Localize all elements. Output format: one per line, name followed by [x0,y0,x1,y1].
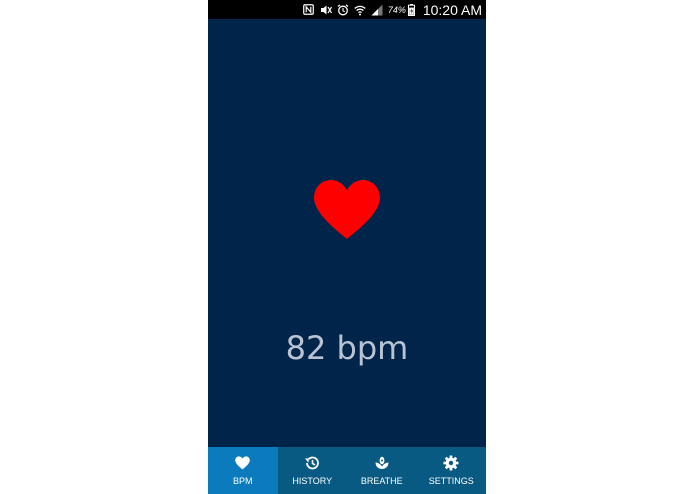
tab-label: BPM [232,476,253,486]
signal-icon [371,4,383,16]
tab-label: SETTINGS [428,476,474,486]
bpm-screen: 82 bpm [208,19,486,447]
tab-history[interactable]: HISTORY [278,447,348,494]
app-screen: 74% 10:20 AM 82 bpm BPM HISTORY BREATHE … [208,0,486,494]
mute-icon [320,4,332,16]
status-bar: 74% 10:20 AM [208,0,486,19]
bottom-tab-bar: BPM HISTORY BREATHE SETTINGS [208,447,486,494]
battery-percent: 74% [387,4,406,15]
tab-breathe[interactable]: BREATHE [347,447,417,494]
tab-bpm[interactable]: BPM [208,447,278,494]
heart-icon [235,455,251,471]
wifi-icon [354,4,366,16]
bpm-readout: 82 bpm [285,329,409,367]
alarm-icon [337,3,349,16]
status-clock: 10:20 AM [422,1,482,18]
gear-icon [443,455,459,471]
nfc-icon [303,4,315,16]
lotus-icon [374,455,390,471]
history-icon [304,455,320,471]
battery-icon [408,3,416,16]
tab-label: BREATHE [360,476,403,486]
tab-settings[interactable]: SETTINGS [417,447,487,494]
heart-icon [314,180,380,239]
tab-label: HISTORY [292,476,333,486]
